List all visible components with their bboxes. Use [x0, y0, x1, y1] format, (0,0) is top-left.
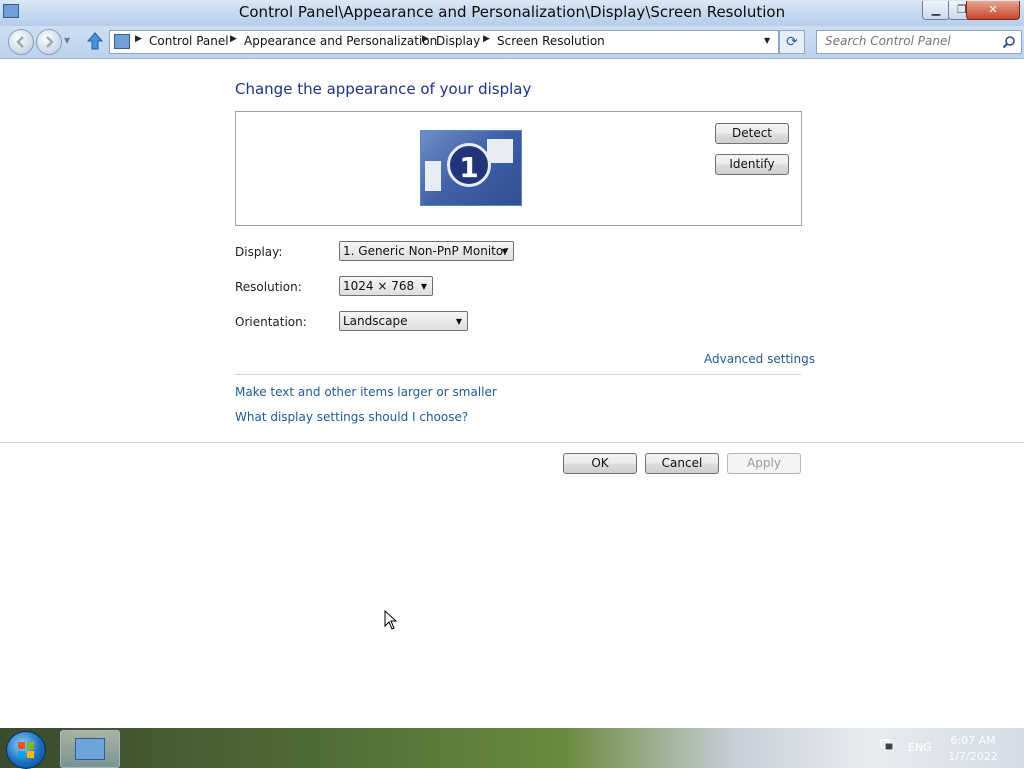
ok-button[interactable]: OK [563, 453, 637, 474]
language-indicator[interactable]: ENG [908, 741, 932, 754]
chevron-down-icon: ▼ [420, 282, 427, 291]
divider [235, 374, 801, 375]
monitor-window-decoration [487, 139, 513, 163]
forward-button[interactable] [36, 29, 62, 55]
taskbar-control-panel-button[interactable] [60, 730, 120, 768]
chevron-right-icon[interactable]: ▶ [422, 34, 429, 44]
chevron-right-icon[interactable]: ▶ [230, 34, 237, 44]
page-title: Change the appearance of your display [235, 80, 532, 98]
cancel-button[interactable]: Cancel [645, 453, 719, 474]
refresh-button[interactable]: ⟳ [779, 30, 805, 54]
search-icon[interactable] [1002, 35, 1016, 49]
taskbar [0, 728, 1024, 768]
search-input[interactable] [817, 31, 995, 51]
advanced-settings-link[interactable]: Advanced settings [704, 352, 815, 366]
windows-logo-icon [18, 742, 34, 758]
display-label: Display: [235, 245, 283, 259]
mouse-cursor-icon [384, 610, 398, 630]
start-button[interactable] [6, 731, 46, 769]
resolution-select-value: 1024 × 768 [343, 279, 415, 293]
search-box[interactable] [816, 30, 1022, 54]
network-icon[interactable] [880, 738, 894, 752]
clock-time: 6:07 AM [950, 734, 996, 747]
address-dropdown-icon[interactable]: ▼ [764, 36, 770, 45]
breadcrumb-appearance-and-personalization[interactable]: Appearance and Personalization [244, 34, 437, 48]
orientation-label: Orientation: [235, 315, 307, 329]
close-button[interactable]: ✕ [966, 1, 1020, 20]
address-bar[interactable]: ▶ Control Panel ▶ Appearance and Persona… [109, 30, 779, 54]
chevron-down-icon: ▼ [455, 317, 462, 326]
up-button[interactable] [86, 31, 104, 51]
breadcrumb-control-panel[interactable]: Control Panel [149, 34, 229, 48]
breadcrumb-screen-resolution[interactable]: Screen Resolution [497, 34, 605, 48]
monitor-number-badge: 1 [447, 143, 491, 187]
display-select-value: 1. Generic Non-PnP Monitor [343, 244, 509, 258]
identify-button[interactable]: Identify [715, 154, 789, 175]
breadcrumb-display[interactable]: Display [436, 34, 480, 48]
chevron-right-icon[interactable]: ▶ [135, 34, 142, 44]
recent-pages-dropdown[interactable]: ▼ [64, 36, 70, 45]
clock-date: 1/7/2022 [948, 750, 998, 763]
apply-button[interactable]: Apply [727, 453, 801, 474]
text-size-link[interactable]: Make text and other items larger or smal… [235, 385, 497, 399]
close-icon: ✕ [988, 3, 998, 16]
monitor-window-decoration [425, 161, 441, 191]
title-bar[interactable]: Control Panel\Appearance and Personaliza… [0, 0, 1024, 26]
back-button[interactable] [8, 29, 34, 55]
orientation-select-value: Landscape [343, 314, 408, 328]
refresh-icon: ⟳ [786, 34, 798, 50]
control-panel-icon [75, 738, 105, 760]
control-panel-icon [114, 34, 130, 49]
display-select[interactable]: 1. Generic Non-PnP Monitor ▼ [339, 241, 514, 261]
clock[interactable]: 6:07 AM 1/7/2022 [938, 733, 1008, 765]
monitor-1-thumbnail[interactable]: 1 [420, 130, 522, 206]
window-title: Control Panel\Appearance and Personaliza… [238, 3, 786, 21]
up-arrow-icon [86, 32, 104, 50]
orientation-select[interactable]: Landscape ▼ [339, 311, 468, 331]
display-settings-help-link[interactable]: What display settings should I choose? [235, 410, 468, 424]
minimize-icon: ▁ [931, 3, 941, 16]
forward-arrow-icon [46, 36, 54, 48]
minimize-button[interactable]: ▁ [922, 1, 950, 20]
resolution-select[interactable]: 1024 × 768 ▼ [339, 276, 433, 296]
detect-button[interactable]: Detect [715, 123, 789, 144]
resolution-label: Resolution: [235, 280, 302, 294]
chevron-right-icon[interactable]: ▶ [483, 34, 490, 44]
back-arrow-icon [16, 36, 24, 48]
footer-divider [0, 442, 1024, 443]
chevron-down-icon: ▼ [501, 247, 508, 256]
